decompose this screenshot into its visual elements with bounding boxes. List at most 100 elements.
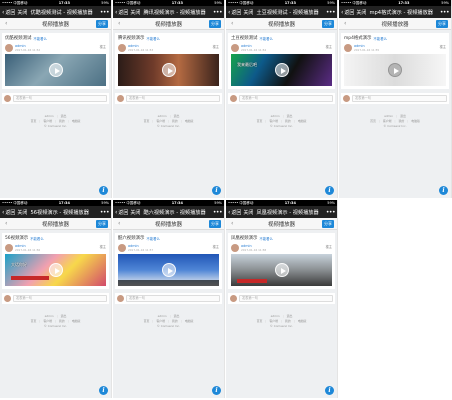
more-icon[interactable]: ••• xyxy=(100,9,110,16)
video-player[interactable]: 大话你好 xyxy=(5,254,106,286)
comment-input[interactable]: 发表第一句 xyxy=(126,95,220,102)
thread-tag[interactable]: 不能看么 xyxy=(146,236,160,241)
comment-input[interactable]: 发表第一句 xyxy=(13,95,107,102)
share-button[interactable]: 分享 xyxy=(96,220,108,228)
info-icon[interactable]: i xyxy=(99,186,108,195)
back-chevron-icon[interactable]: ‹ xyxy=(2,9,4,16)
page-back-icon[interactable]: ‹ xyxy=(231,220,233,227)
comment-input[interactable]: 发表第一句 xyxy=(126,295,220,302)
more-icon[interactable]: ••• xyxy=(326,9,336,16)
back-chevron-icon[interactable]: ‹ xyxy=(115,209,117,216)
comment-input[interactable]: 发表第一句 xyxy=(239,95,333,102)
play-icon[interactable] xyxy=(161,263,176,277)
post-time: 2017-01-16 11:57 xyxy=(128,248,154,252)
browser-title: 56视频演示 - 视频播放器 xyxy=(30,209,89,216)
page-back-icon[interactable]: ‹ xyxy=(344,20,346,27)
share-button[interactable]: 分享 xyxy=(322,20,334,28)
avatar[interactable] xyxy=(5,44,13,52)
back-chevron-icon[interactable]: ‹ xyxy=(2,209,4,216)
back-button[interactable]: 返回 xyxy=(5,209,15,216)
close-button[interactable]: 关闭 xyxy=(17,209,27,216)
play-icon[interactable] xyxy=(161,63,176,77)
page-back-icon[interactable]: ‹ xyxy=(5,220,7,227)
info-icon[interactable]: i xyxy=(439,186,448,195)
info-icon[interactable]: i xyxy=(212,186,221,195)
footer-link-desktop[interactable]: 电脑版 xyxy=(185,119,194,124)
avatar[interactable] xyxy=(231,244,239,252)
close-button[interactable]: 关闭 xyxy=(356,9,366,16)
avatar[interactable] xyxy=(344,44,352,52)
play-icon[interactable] xyxy=(48,263,63,277)
video-player[interactable] xyxy=(118,54,219,86)
footer-link-home[interactable]: 首页 xyxy=(257,319,263,324)
more-icon[interactable]: ••• xyxy=(213,209,223,216)
footer-link-desktop[interactable]: 电脑版 xyxy=(185,319,194,324)
thread-tag[interactable]: 不能看么 xyxy=(33,36,47,41)
footer-link-home[interactable]: 首页 xyxy=(144,319,150,324)
thread-tag[interactable]: 不能看么 xyxy=(259,236,273,241)
thread-tag[interactable]: 不能看么 xyxy=(373,36,387,41)
more-icon[interactable]: ••• xyxy=(213,9,223,16)
thread-tag[interactable]: 不能看么 xyxy=(30,236,44,241)
info-icon[interactable]: i xyxy=(325,386,334,395)
video-player[interactable] xyxy=(344,54,446,86)
footer-link-desktop[interactable]: 电脑版 xyxy=(72,319,81,324)
thread-tag[interactable]: 不能看么 xyxy=(146,36,160,41)
footer-link-home[interactable]: 首页 xyxy=(144,119,150,124)
footer-link-home[interactable]: 首页 xyxy=(257,119,263,124)
info-icon[interactable]: i xyxy=(325,186,334,195)
back-button[interactable]: 返回 xyxy=(344,9,354,16)
footer-link-desktop[interactable]: 电脑版 xyxy=(298,119,307,124)
close-button[interactable]: 关闭 xyxy=(130,9,140,16)
back-chevron-icon[interactable]: ‹ xyxy=(228,209,230,216)
close-button[interactable]: 关闭 xyxy=(130,209,140,216)
back-button[interactable]: 返回 xyxy=(118,9,128,16)
more-icon[interactable]: ••• xyxy=(326,209,336,216)
avatar[interactable] xyxy=(118,244,126,252)
back-button[interactable]: 返回 xyxy=(231,209,241,216)
share-button[interactable]: 分享 xyxy=(436,20,448,28)
back-chevron-icon[interactable]: ‹ xyxy=(228,9,230,16)
page-back-icon[interactable]: ‹ xyxy=(118,20,120,27)
play-icon[interactable] xyxy=(274,63,289,77)
more-icon[interactable]: ••• xyxy=(100,209,110,216)
share-button[interactable]: 分享 xyxy=(209,220,221,228)
footer-link-desktop[interactable]: 电脑版 xyxy=(72,119,81,124)
comment-input[interactable]: 发表第一句 xyxy=(239,295,333,302)
info-icon[interactable]: i xyxy=(99,386,108,395)
share-button[interactable]: 分享 xyxy=(96,20,108,28)
footer-link-home[interactable]: 首页 xyxy=(31,319,37,324)
footer-link-home[interactable]: 首页 xyxy=(370,119,376,124)
avatar[interactable] xyxy=(118,44,126,52)
back-button[interactable]: 返回 xyxy=(231,9,241,16)
share-button[interactable]: 分享 xyxy=(322,220,334,228)
avatar[interactable] xyxy=(231,44,239,52)
play-icon[interactable] xyxy=(274,263,289,277)
more-icon[interactable]: ••• xyxy=(440,9,450,16)
page-back-icon[interactable]: ‹ xyxy=(231,20,233,27)
footer-link-desktop[interactable]: 电脑版 xyxy=(411,119,420,124)
back-chevron-icon[interactable]: ‹ xyxy=(115,9,117,16)
video-player[interactable] xyxy=(118,254,219,286)
close-button[interactable]: 关闭 xyxy=(243,9,253,16)
video-player[interactable] xyxy=(5,54,106,86)
info-icon[interactable]: i xyxy=(212,386,221,395)
close-button[interactable]: 关闭 xyxy=(243,209,253,216)
back-chevron-icon[interactable]: ‹ xyxy=(341,9,343,16)
comment-input[interactable]: 发表第一句 xyxy=(352,95,447,102)
close-button[interactable]: 关闭 xyxy=(17,9,27,16)
comment-input[interactable]: 发表第一句 xyxy=(13,295,107,302)
thread-tag[interactable]: 不能看么 xyxy=(259,36,273,41)
page-back-icon[interactable]: ‹ xyxy=(5,20,7,27)
back-button[interactable]: 返回 xyxy=(5,9,15,16)
video-player[interactable] xyxy=(231,254,332,286)
footer-link-desktop[interactable]: 电脑版 xyxy=(298,319,307,324)
footer-link-home[interactable]: 首页 xyxy=(31,119,37,124)
back-button[interactable]: 返回 xyxy=(118,209,128,216)
play-icon[interactable] xyxy=(48,63,63,77)
video-player[interactable]: 我来最后吧 xyxy=(231,54,332,86)
share-button[interactable]: 分享 xyxy=(209,20,221,28)
page-back-icon[interactable]: ‹ xyxy=(118,220,120,227)
play-icon[interactable] xyxy=(388,63,402,77)
avatar[interactable] xyxy=(5,244,13,252)
